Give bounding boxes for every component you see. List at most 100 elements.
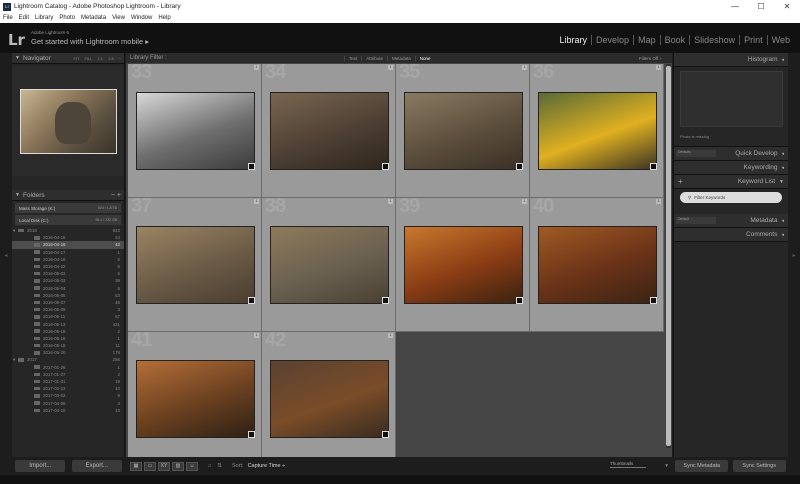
photo-thumbnail[interactable]	[270, 360, 389, 438]
virtual-copy-badge-icon[interactable]: 1	[388, 199, 393, 204]
folders-header[interactable]: ▼ Folders − +	[12, 190, 124, 201]
filter-text[interactable]: Text	[344, 55, 361, 61]
volume-mass-storage[interactable]: Mass Storage (K:) 824 / 1.8 TB	[15, 203, 121, 213]
virtual-copy-badge-icon[interactable]: 1	[388, 65, 393, 70]
photo-grid-cell[interactable]: 33 1	[128, 64, 262, 198]
menu-view[interactable]: View	[112, 15, 125, 21]
histogram-header[interactable]: Histogram ◂	[674, 53, 788, 67]
folder-year-row[interactable]: ▾ 2016 923	[12, 227, 124, 234]
expand-triangle-icon[interactable]: ▾	[13, 357, 15, 363]
grid-scrollbar[interactable]	[666, 64, 671, 448]
sort-direction-icon[interactable]: ⇅	[217, 463, 222, 469]
missing-file-icon[interactable]	[650, 297, 657, 304]
photo-thumbnail[interactable]	[136, 360, 255, 438]
import-button[interactable]: Import...	[15, 460, 66, 472]
photo-thumbnail[interactable]	[136, 226, 255, 304]
folder-row[interactable]: 2017-01-27 2	[12, 371, 124, 378]
photo-grid-cell[interactable]: 40 1	[530, 198, 664, 332]
menu-edit[interactable]: Edit	[19, 15, 29, 21]
navigator-header[interactable]: ▼ Navigator FIT FILL 1:1 1:8 ÷	[12, 53, 124, 64]
module-print[interactable]: Print	[739, 35, 767, 45]
missing-file-icon[interactable]	[516, 297, 523, 304]
folder-row[interactable]: 2016-04-15 24	[12, 234, 124, 241]
photo-grid-cell[interactable]: 42 1	[262, 332, 396, 466]
folder-row[interactable]: 2017-04-10 13	[12, 407, 124, 414]
photo-grid-cell[interactable]: 35 1	[396, 64, 530, 198]
missing-file-icon[interactable]	[382, 297, 389, 304]
people-view-icon[interactable]: ☺	[186, 461, 198, 471]
folder-row[interactable]: 2017-01-31 19	[12, 378, 124, 385]
loupe-view-icon[interactable]: ▭	[144, 461, 156, 471]
folder-row[interactable]: 2016-05-20 178	[12, 349, 124, 356]
photo-thumbnail[interactable]	[538, 226, 657, 304]
module-book[interactable]: Book	[659, 35, 690, 45]
filter-metadata[interactable]: Metadata	[387, 55, 415, 61]
photo-thumbnail[interactable]	[538, 92, 657, 170]
folder-row[interactable]: 2016-05-11 57	[12, 313, 124, 320]
missing-file-icon[interactable]	[248, 163, 255, 170]
module-develop[interactable]: Develop	[591, 35, 633, 45]
folder-row[interactable]: 2017-02-22 13	[12, 385, 124, 392]
virtual-copy-badge-icon[interactable]: 1	[656, 65, 661, 70]
virtual-copy-badge-icon[interactable]: 1	[522, 199, 527, 204]
quick-develop-header[interactable]: Defaults Quick Develop ◂	[674, 147, 788, 161]
sync-metadata-button[interactable]: Sync Metadata	[675, 460, 729, 472]
filter-none[interactable]: None	[414, 55, 435, 61]
volume-local-disk[interactable]: Local Disk (C:) 98.1 / 232 GB	[15, 215, 121, 225]
right-panel-toggle[interactable]: ▸	[788, 53, 800, 457]
folder-row[interactable]: 2016-05-15 2	[12, 328, 124, 335]
folder-year-row[interactable]: ▾ 2017 256	[12, 356, 124, 363]
folder-row[interactable]: 2017-04-06 4	[12, 400, 124, 407]
folder-row[interactable]: 2016-05-13 431	[12, 320, 124, 327]
photo-thumbnail[interactable]	[404, 92, 523, 170]
folder-row[interactable]: 2016-05-02 6	[12, 270, 124, 277]
quick-develop-preset-select[interactable]: Defaults	[676, 150, 716, 157]
filter-attribute[interactable]: Attribute	[361, 55, 387, 61]
compare-view-icon[interactable]: XY	[158, 461, 170, 471]
zoom-options[interactable]: FIT FILL 1:1 1:8 ÷	[73, 56, 121, 61]
menu-photo[interactable]: Photo	[59, 15, 75, 21]
module-web[interactable]: Web	[766, 35, 794, 45]
virtual-copy-badge-icon[interactable]: 1	[388, 333, 393, 338]
folder-row[interactable]: 2016-05-16 1	[12, 335, 124, 342]
missing-file-icon[interactable]	[382, 163, 389, 170]
folder-row[interactable]: 2016-04-16 42	[12, 241, 124, 249]
metadata-header[interactable]: Default Metadata ◂	[674, 214, 788, 228]
menu-file[interactable]: File	[3, 15, 13, 21]
filters-off-dropdown[interactable]: Filters Off ÷	[639, 56, 662, 61]
navigator-preview[interactable]	[12, 66, 124, 176]
thumbnail-size-slider[interactable]: Thumbnails	[610, 461, 646, 470]
virtual-copy-badge-icon[interactable]: 1	[254, 199, 259, 204]
toolbar-menu-icon[interactable]: ▾	[665, 463, 668, 469]
export-button[interactable]: Export...	[71, 460, 122, 472]
folder-row[interactable]: 2016-05-07 48	[12, 299, 124, 306]
menu-help[interactable]: Help	[158, 15, 170, 21]
virtual-copy-badge-icon[interactable]: 1	[254, 65, 259, 70]
add-keyword-icon[interactable]: +	[678, 177, 683, 186]
spray-can-icon[interactable]: ⌂	[208, 463, 211, 469]
folder-row[interactable]: 2016-05-09 3	[12, 306, 124, 313]
maximize-button[interactable]: ☐	[748, 0, 774, 13]
missing-file-icon[interactable]	[650, 163, 657, 170]
menu-window[interactable]: Window	[131, 15, 152, 21]
photo-grid-cell[interactable]: 38 1	[262, 198, 396, 332]
missing-file-icon[interactable]	[382, 431, 389, 438]
photo-grid-cell[interactable]: 36 1	[530, 64, 664, 198]
folder-row[interactable]: 2016-05-04 5	[12, 285, 124, 292]
module-library[interactable]: Library	[556, 35, 592, 45]
left-panel-toggle[interactable]: ◂	[0, 53, 12, 457]
virtual-copy-badge-icon[interactable]: 1	[254, 333, 259, 338]
survey-view-icon[interactable]: ▥	[172, 461, 184, 471]
photo-grid-cell[interactable]: 41 1	[128, 332, 262, 466]
menu-library[interactable]: Library	[35, 15, 53, 21]
sort-dropdown[interactable]: Capture Time ÷	[248, 463, 286, 469]
photo-thumbnail[interactable]	[404, 226, 523, 304]
photo-thumbnail[interactable]	[136, 92, 255, 170]
folder-row[interactable]: 2016-05-05 63	[12, 292, 124, 299]
close-button[interactable]: ✕	[774, 0, 800, 13]
photo-grid-cell[interactable]: 34 1	[262, 64, 396, 198]
minimize-button[interactable]: —	[722, 0, 748, 13]
keywording-header[interactable]: Keywording ◂	[674, 161, 788, 175]
missing-file-icon[interactable]	[248, 431, 255, 438]
missing-file-icon[interactable]	[516, 163, 523, 170]
